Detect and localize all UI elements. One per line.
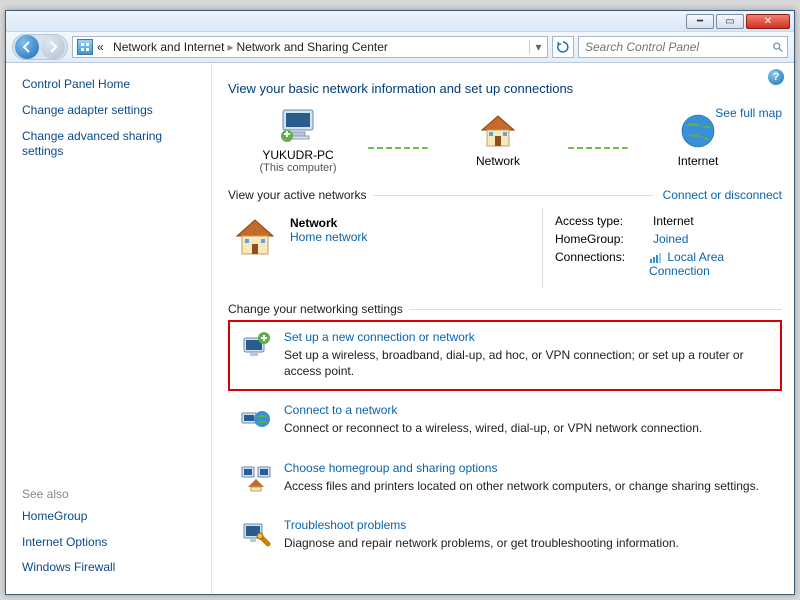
troubleshoot-icon <box>240 518 272 550</box>
setting-new-connection[interactable]: Set up a new connection or network Set u… <box>228 320 782 391</box>
new-connection-icon <box>240 330 272 362</box>
see-also-heading: See also <box>22 487 203 501</box>
globe-icon <box>677 112 719 150</box>
minimize-button[interactable]: ━ <box>686 14 714 29</box>
house-icon <box>232 216 278 258</box>
change-settings-header: Change your networking settings <box>228 302 782 316</box>
map-node-sublabel: (This computer) <box>259 162 336 174</box>
connect-network-icon <box>240 403 272 435</box>
nav-buttons <box>12 34 68 60</box>
section-label: View your active networks <box>228 188 367 202</box>
map-node-label: Network <box>476 154 520 168</box>
sidebar: Control Panel Home Change adapter settin… <box>6 63 211 594</box>
kv-key: Connections: <box>555 250 641 278</box>
network-type-link[interactable]: Home network <box>290 230 367 244</box>
chevron-right-icon: ▸ <box>227 40 233 54</box>
network-details: Access type: Internet HomeGroup: Joined … <box>542 208 782 288</box>
breadcrumb-dropdown[interactable]: ▾ <box>529 40 543 54</box>
map-node-label: Internet <box>678 154 719 168</box>
setting-desc: Access files and printers located on oth… <box>284 478 759 494</box>
breadcrumb[interactable]: « Network and Internet ▸ Network and Sha… <box>72 36 548 58</box>
map-node-internet: Internet <box>628 112 768 168</box>
setting-connect-network[interactable]: Connect to a network Connect or reconnec… <box>228 393 782 448</box>
see-full-map-link[interactable]: See full map <box>715 106 782 120</box>
breadcrumb-sep <box>107 40 110 54</box>
setting-title: Troubleshoot problems <box>284 518 679 532</box>
active-networks-header: View your active networks Connect or dis… <box>228 188 782 202</box>
refresh-button[interactable] <box>552 36 574 58</box>
active-network: Network Home network Access type: Intern… <box>228 208 782 288</box>
help-icon[interactable]: ? <box>768 69 784 85</box>
arrow-left-icon <box>21 41 33 53</box>
setting-homegroup[interactable]: Choose homegroup and sharing options Acc… <box>228 451 782 506</box>
sidebar-item-internet-options[interactable]: Internet Options <box>22 535 203 551</box>
connection-icon <box>649 252 661 264</box>
setting-title: Set up a new connection or network <box>284 330 770 344</box>
titlebar: ━ ▭ ✕ <box>6 11 794 31</box>
forward-button[interactable] <box>41 35 65 59</box>
network-center-icon <box>77 39 93 55</box>
settings-list: Set up a new connection or network Set u… <box>228 320 782 563</box>
address-bar: « Network and Internet ▸ Network and Sha… <box>6 31 794 63</box>
map-node-label: YUKUDR-PC <box>262 148 333 162</box>
arrow-right-icon <box>47 41 59 53</box>
section-label: Change your networking settings <box>228 302 403 316</box>
map-link-line <box>568 147 628 149</box>
map-node-this-pc: YUKUDR-PC (This computer) <box>228 106 368 174</box>
setting-desc: Set up a wireless, broadband, dial-up, a… <box>284 347 770 379</box>
body: Control Panel Home Change adapter settin… <box>6 63 794 594</box>
sidebar-item-firewall[interactable]: Windows Firewall <box>22 560 203 576</box>
kv-value: Internet <box>653 214 694 228</box>
page-title: View your basic network information and … <box>228 81 782 96</box>
search-input[interactable] <box>583 39 772 55</box>
map-link-line <box>368 147 428 149</box>
computer-icon <box>277 106 319 144</box>
kv-key: Access type: <box>555 214 645 228</box>
setting-desc: Diagnose and repair network problems, or… <box>284 535 679 551</box>
maximize-button[interactable]: ▭ <box>716 14 744 29</box>
setting-title: Connect to a network <box>284 403 702 417</box>
breadcrumb-item[interactable]: Network and Sharing Center <box>236 40 387 54</box>
setting-troubleshoot[interactable]: Troubleshoot problems Diagnose and repai… <box>228 508 782 563</box>
search-box[interactable] <box>578 36 788 58</box>
sidebar-item-sharing[interactable]: Change advanced sharing settings <box>22 129 203 160</box>
breadcrumb-item[interactable]: Network and Internet <box>113 40 224 54</box>
kv-key: HomeGroup: <box>555 232 645 246</box>
homegroup-icon <box>240 461 272 493</box>
setting-desc: Connect or reconnect to a wireless, wire… <box>284 420 702 436</box>
network-name: Network <box>290 216 367 230</box>
house-icon <box>477 112 519 150</box>
close-button[interactable]: ✕ <box>746 14 790 29</box>
back-button[interactable] <box>15 35 39 59</box>
homegroup-link[interactable]: Joined <box>653 232 688 246</box>
map-node-network: Network <box>428 112 568 168</box>
sidebar-item-adapter[interactable]: Change adapter settings <box>22 103 203 119</box>
refresh-icon <box>557 41 569 53</box>
breadcrumb-chevron: « <box>97 40 104 54</box>
content: ? View your basic network information an… <box>211 63 794 594</box>
network-map: YUKUDR-PC (This computer) Netw <box>228 106 782 174</box>
window: ━ ▭ ✕ « Network and Internet ▸ Network a… <box>5 10 795 595</box>
sidebar-item-homegroup[interactable]: HomeGroup <box>22 509 203 525</box>
sidebar-home-link[interactable]: Control Panel Home <box>22 77 203 91</box>
setting-title: Choose homegroup and sharing options <box>284 461 759 475</box>
search-icon <box>772 41 783 53</box>
connect-disconnect-link[interactable]: Connect or disconnect <box>663 188 782 202</box>
